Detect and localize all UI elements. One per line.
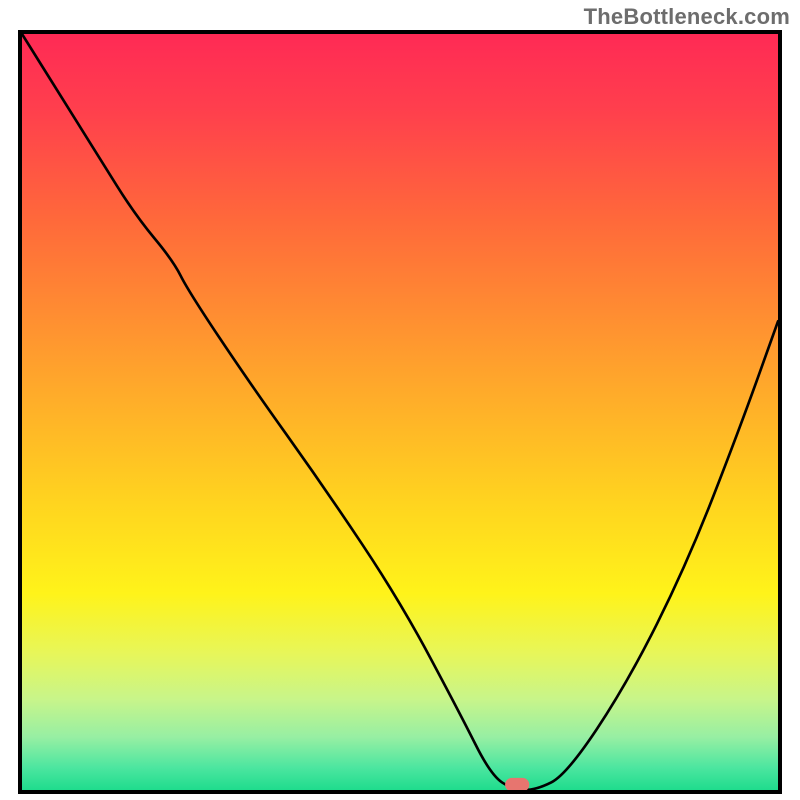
- plot-frame: [18, 30, 782, 794]
- chart-container: TheBottleneck.com: [0, 0, 800, 800]
- gradient-background: [22, 34, 778, 790]
- watermark-text: TheBottleneck.com: [584, 4, 790, 30]
- plot-svg: [22, 34, 778, 790]
- minimum-marker: [505, 778, 529, 790]
